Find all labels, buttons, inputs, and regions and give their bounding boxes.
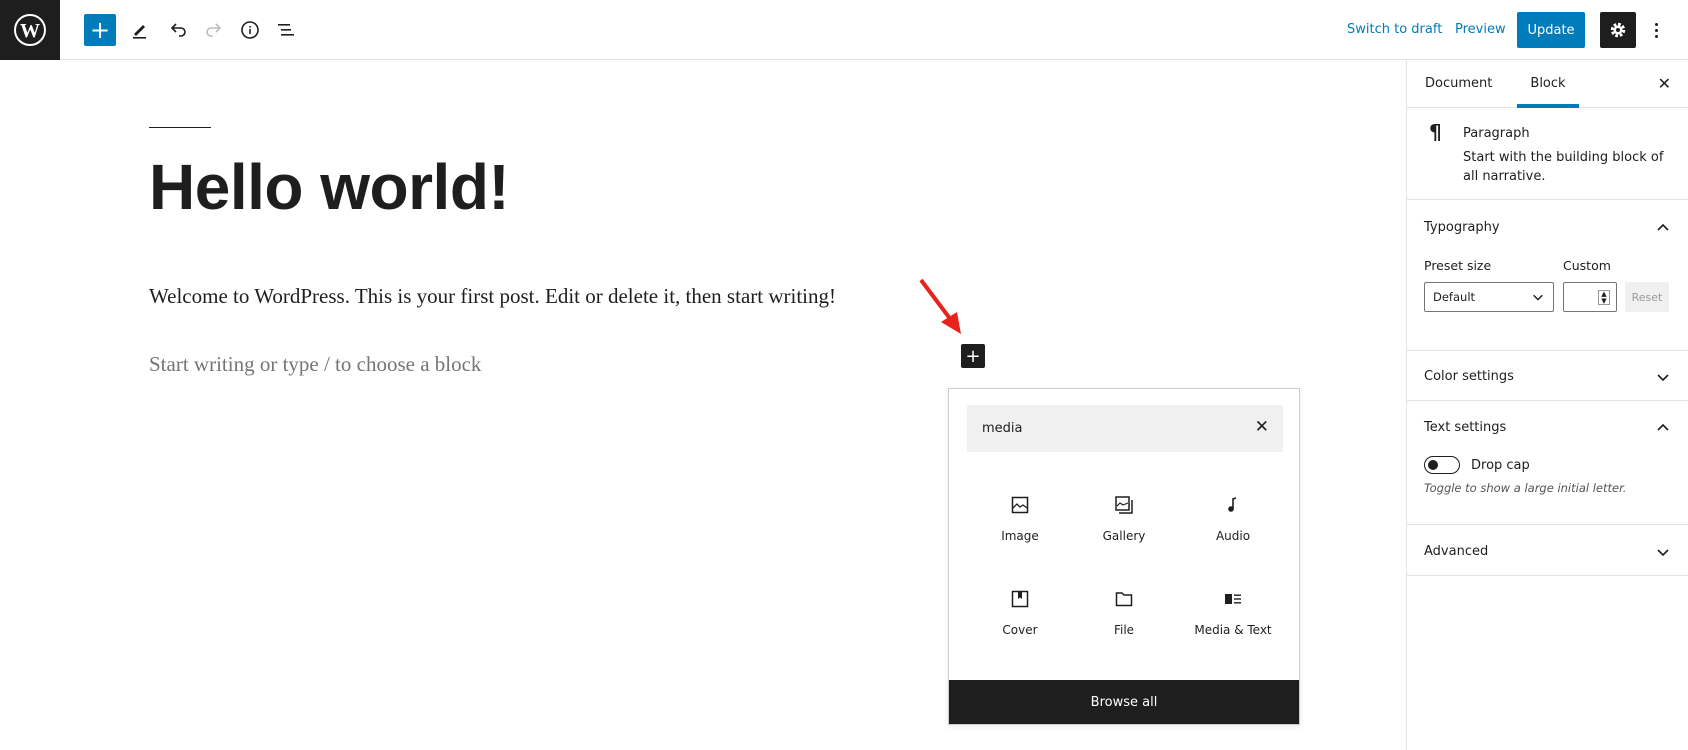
spinner-icon[interactable]: ▲ ▼ xyxy=(1598,290,1610,305)
browse-all-button[interactable]: Browse all xyxy=(949,680,1299,724)
details-button[interactable] xyxy=(234,14,266,46)
typography-panel: Typography Preset size Custom Default ▲ ▼… xyxy=(1407,200,1688,351)
switch-to-draft-button[interactable]: Switch to draft xyxy=(1347,22,1442,37)
undo-icon xyxy=(170,23,186,37)
file-icon xyxy=(1115,592,1133,607)
media-text-icon xyxy=(1225,594,1241,604)
post-title[interactable]: Hello world! xyxy=(149,150,510,224)
block-item-media-text[interactable]: Media & Text xyxy=(1179,589,1287,637)
color-settings-panel[interactable]: Color settings xyxy=(1407,351,1688,401)
inline-inserter-button[interactable]: + xyxy=(961,344,985,368)
wordpress-logo-icon[interactable]: W xyxy=(0,0,60,60)
gear-icon xyxy=(1610,22,1626,38)
settings-sidebar: Document Block ✕ ¶ Paragraph Start with … xyxy=(1406,60,1688,750)
block-item-image[interactable]: Image xyxy=(966,495,1074,543)
cover-icon xyxy=(1011,590,1029,608)
audio-icon xyxy=(1228,497,1237,512)
chevron-down-icon xyxy=(1533,294,1543,301)
update-button[interactable]: Update xyxy=(1517,12,1585,48)
svg-text:W: W xyxy=(20,20,40,42)
plus-icon: + xyxy=(965,345,981,367)
block-inserter-popover: media ✕ Image Gallery Audio Cover File M… xyxy=(948,388,1300,725)
info-icon xyxy=(241,21,259,39)
edit-tools-button[interactable] xyxy=(124,14,156,46)
preview-button[interactable]: Preview xyxy=(1455,22,1506,37)
chevron-down-icon xyxy=(1657,374,1669,382)
block-description: Start with the building block of all nar… xyxy=(1463,150,1664,184)
block-card: ¶ Paragraph Start with the building bloc… xyxy=(1407,108,1688,200)
block-search-input[interactable]: media ✕ xyxy=(967,405,1283,452)
block-item-gallery[interactable]: Gallery xyxy=(1070,495,1178,543)
drop-cap-toggle[interactable] xyxy=(1424,456,1460,474)
typography-toggle[interactable]: Typography xyxy=(1424,220,1500,235)
redo-icon xyxy=(206,23,222,37)
block-item-audio[interactable]: Audio xyxy=(1179,495,1287,543)
plus-icon: + xyxy=(89,16,111,44)
top-toolbar: W + Switch to draft Preview Update xyxy=(0,0,1688,60)
chevron-up-icon[interactable] xyxy=(1655,220,1671,236)
image-icon xyxy=(1011,496,1029,514)
undo-button[interactable] xyxy=(162,14,194,46)
clear-search-icon[interactable]: ✕ xyxy=(1255,417,1269,437)
block-placeholder[interactable]: Start writing or type / to choose a bloc… xyxy=(149,352,481,377)
preset-size-select[interactable]: Default xyxy=(1424,282,1554,312)
tab-block[interactable]: Block xyxy=(1517,60,1579,108)
settings-button[interactable] xyxy=(1600,12,1636,48)
custom-size-input[interactable]: ▲ ▼ xyxy=(1563,282,1617,312)
pencil-icon xyxy=(133,25,146,39)
advanced-panel[interactable]: Advanced xyxy=(1407,525,1688,576)
paragraph-block[interactable]: Welcome to WordPress. This is your first… xyxy=(149,284,836,309)
block-item-cover[interactable]: Cover xyxy=(966,589,1074,637)
paragraph-icon: ¶ xyxy=(1429,120,1442,144)
title-separator xyxy=(149,127,211,128)
annotation-arrow-icon xyxy=(919,278,961,334)
block-name: Paragraph xyxy=(1463,126,1530,141)
reset-button[interactable]: Reset xyxy=(1625,282,1669,312)
outline-button[interactable] xyxy=(270,14,302,46)
more-options-button[interactable] xyxy=(1648,14,1664,46)
chevron-down-icon xyxy=(1657,549,1669,557)
add-block-button[interactable]: + xyxy=(84,14,116,46)
text-settings-toggle[interactable]: Text settings xyxy=(1424,420,1506,435)
chevron-up-icon[interactable] xyxy=(1655,420,1671,436)
sidebar-tabs: Document Block ✕ xyxy=(1407,60,1688,108)
block-item-file[interactable]: File xyxy=(1070,589,1178,637)
gallery-icon xyxy=(1115,496,1133,514)
tab-document[interactable]: Document xyxy=(1425,60,1492,108)
list-view-icon xyxy=(278,24,294,36)
text-settings-panel: Text settings Drop cap Toggle to show a … xyxy=(1407,401,1688,525)
close-sidebar-icon[interactable]: ✕ xyxy=(1658,74,1671,93)
redo-button[interactable] xyxy=(198,14,230,46)
